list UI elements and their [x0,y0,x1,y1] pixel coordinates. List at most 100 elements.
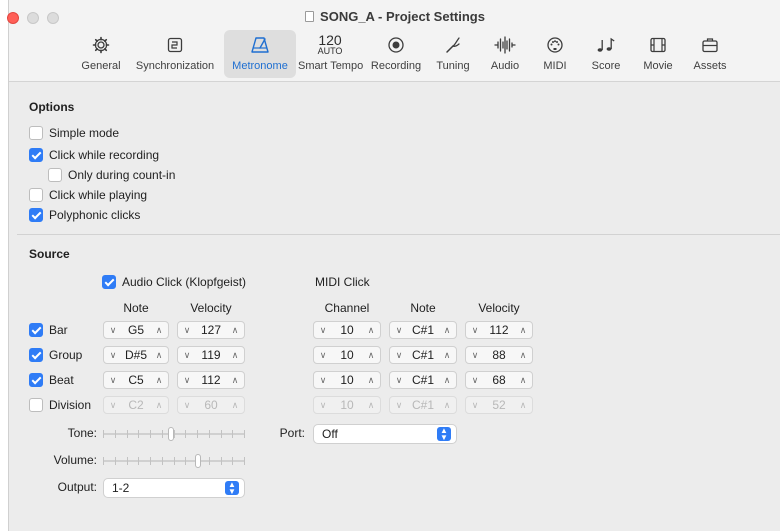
chevron-down-icon[interactable]: ∨ [318,350,328,361]
bar-note-stepper[interactable]: ∨ G5 ∧ [103,321,169,339]
tab-tuning[interactable]: Tuning [429,30,477,78]
chevron-down-icon[interactable]: ∨ [182,350,192,361]
tab-audio[interactable]: Audio [482,30,528,78]
audio-click-toggle[interactable]: Audio Click (Klopfgeist) [102,273,246,291]
option-only-during-count-in[interactable]: Only during count-in [48,166,175,184]
output-popup[interactable]: 1-2 ▲ ▼ [103,478,245,498]
option-click-while-recording[interactable]: Click while recording [29,146,159,164]
chevron-up-icon[interactable]: ∧ [366,325,376,336]
click-while-recording-checkbox[interactable] [29,148,43,162]
source-row-bar[interactable]: Bar [29,321,68,339]
slider-tick [209,457,210,465]
tone-slider[interactable] [103,427,245,441]
chevron-up-icon[interactable]: ∧ [154,325,164,336]
chevron-down-icon[interactable]: ∨ [470,375,480,386]
beat-velocity-stepper[interactable]: ∨ 112 ∧ [177,371,245,389]
volume-slider[interactable] [103,454,245,468]
audio-velocity-header: Velocity [190,301,232,315]
chevron-up-icon[interactable]: ∧ [230,325,240,336]
chevron-down-icon[interactable]: ∨ [182,375,192,386]
chevron-up-icon: ∧ [155,399,163,410]
chevron-down-icon[interactable]: ∨ [182,325,192,336]
group-checkbox[interactable] [29,348,43,362]
tab-score[interactable]: Score [582,30,630,78]
chevron-up-icon[interactable]: ∧ [230,375,240,386]
group-channel-stepper[interactable]: ∨ 10 ∧ [313,346,381,364]
beat-channel-stepper[interactable]: ∨ 10 ∧ [313,371,381,389]
tab-movie[interactable]: Movie [635,30,681,78]
chevron-up-icon[interactable]: ∧ [154,375,164,386]
option-polyphonic-clicks[interactable]: Polyphonic clicks [29,206,140,224]
chevron-up-icon[interactable]: ∧ [518,375,528,386]
bar-midi-note-stepper[interactable]: ∨ C#1 ∧ [389,321,457,339]
tab-general[interactable]: General [77,30,125,78]
chevron-up-icon[interactable]: ∧ [366,375,376,386]
chevron-up-icon[interactable]: ∧ [154,350,164,361]
tab-metronome[interactable]: Metronome [224,30,296,78]
tab-smart-tempo[interactable]: 120 AUTO Smart Tempo [298,30,363,78]
group-midi-velocity-stepper[interactable]: ∨ 88 ∧ [465,346,533,364]
chevron-up-icon[interactable]: ∧ [442,325,452,336]
tuning-fork-icon [429,34,477,56]
toolbar: SONG_A - Project Settings General Synchr… [7,0,780,82]
chevron-down-icon: ∨ [471,399,479,410]
audio-note-header: Note [123,301,149,315]
tab-synchronization[interactable]: Synchronization [131,30,219,78]
source-row-division[interactable]: Division [29,396,91,414]
chevron-up-icon[interactable]: ∧ [518,350,528,361]
option-click-while-playing[interactable]: Click while playing [29,186,147,204]
chevron-down-icon[interactable]: ∨ [470,350,480,361]
source-row-beat[interactable]: Beat [29,371,74,389]
chevron-up-icon[interactable]: ∧ [442,375,452,386]
bar-channel-stepper[interactable]: ∨ 10 ∧ [313,321,381,339]
chevron-down-icon[interactable]: ∨ [108,350,118,361]
chevron-down-icon[interactable]: ∨ [318,375,328,386]
chevron-down-icon[interactable]: ∨ [318,325,328,336]
chevron-up-icon[interactable]: ∧ [442,350,452,361]
slider-tick [127,457,128,465]
option-simple-mode[interactable]: Simple mode [29,124,119,142]
chevron-up-icon[interactable]: ∧ [518,325,528,336]
beat-checkbox[interactable] [29,373,43,387]
chevron-down-icon[interactable]: ∨ [394,350,404,361]
chevron-down-icon[interactable]: ∨ [470,325,480,336]
source-row-group[interactable]: Group [29,346,82,364]
beat-midi-note-stepper[interactable]: ∨ C#1 ∧ [389,371,457,389]
tone-slider-knob[interactable] [168,427,174,441]
metronome-icon [224,34,296,56]
audio-click-checkbox[interactable] [102,275,116,289]
polyphonic-clicks-checkbox[interactable] [29,208,43,222]
slider-tick [127,430,128,438]
tab-assets[interactable]: Assets [686,30,734,78]
chevron-up-icon[interactable]: ∧ [230,350,240,361]
midi-click-label: MIDI Click [315,275,370,289]
division-channel-stepper: ∨ 10 ∧ [313,396,381,414]
chevron-up-icon: ∧ [519,399,527,410]
bar-velocity-stepper[interactable]: ∨ 127 ∧ [177,321,245,339]
bar-checkbox[interactable] [29,323,43,337]
group-note-stepper[interactable]: ∨ D#5 ∧ [103,346,169,364]
group-velocity-stepper[interactable]: ∨ 119 ∧ [177,346,245,364]
slider-tick [244,457,245,465]
beat-note-stepper[interactable]: ∨ C5 ∧ [103,371,169,389]
group-midi-note-stepper[interactable]: ∨ C#1 ∧ [389,346,457,364]
bar-midi-velocity-stepper[interactable]: ∨ 112 ∧ [465,321,533,339]
chevron-down-icon[interactable]: ∨ [108,325,118,336]
click-while-playing-checkbox[interactable] [29,188,43,202]
tab-midi[interactable]: MIDI [533,30,577,78]
chevron-up-icon[interactable]: ∧ [366,350,376,361]
tab-recording[interactable]: Recording [368,30,424,78]
slider-tick [232,430,233,438]
volume-slider-knob[interactable] [195,454,201,468]
division-checkbox[interactable] [29,398,43,412]
chevron-down-icon: ∨ [319,399,327,410]
only-during-count-in-checkbox[interactable] [48,168,62,182]
film-icon [635,34,681,56]
beat-midi-velocity-stepper[interactable]: ∨ 68 ∧ [465,371,533,389]
simple-mode-checkbox[interactable] [29,126,43,140]
port-popup[interactable]: Off ▲ ▼ [313,424,457,444]
chevron-down-icon[interactable]: ∨ [108,375,118,386]
chevron-down-icon[interactable]: ∨ [394,375,404,386]
division-midi-note-stepper: ∨ C#1 ∧ [389,396,457,414]
chevron-down-icon[interactable]: ∨ [394,325,404,336]
